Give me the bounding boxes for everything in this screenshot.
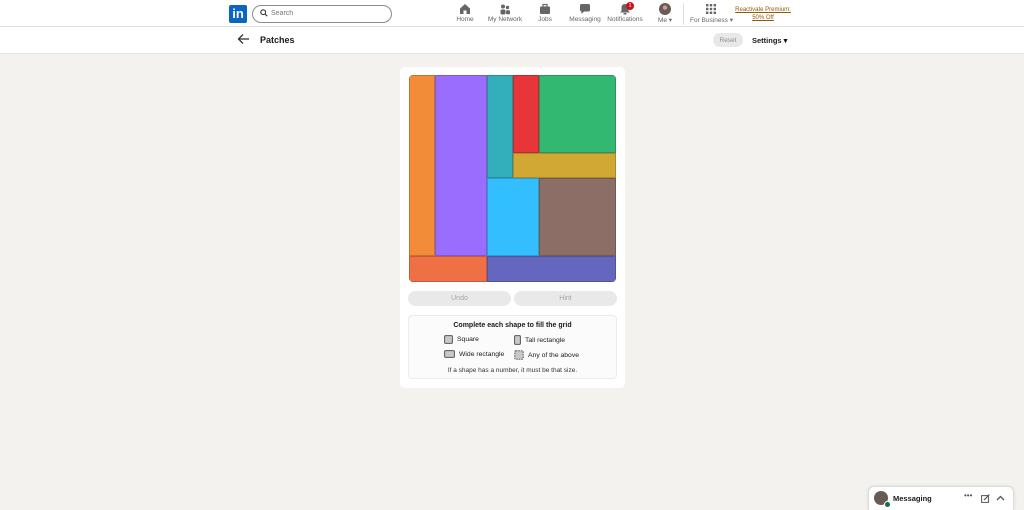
nav-messaging-label: Messaging [569, 16, 601, 23]
patch-indigo[interactable] [487, 256, 616, 282]
legend-any-label: Any of the above [528, 351, 580, 359]
legend-wide: Wide rectangle [444, 350, 504, 358]
patch-coral[interactable] [409, 256, 487, 282]
messaging-icon [580, 4, 590, 14]
search-icon [260, 9, 268, 17]
nav-messaging[interactable]: Messaging [568, 3, 602, 25]
home-icon [460, 4, 470, 14]
any-shape-icon [514, 350, 524, 360]
rules-note: If a shape has a number, it must be that… [447, 367, 578, 374]
linkedin-logo[interactable]: in [229, 5, 247, 23]
undo-button[interactable]: Undo [408, 291, 511, 306]
game-header: Patches Reset Settings ▾ [0, 27, 1024, 54]
page-title: Patches [260, 35, 295, 45]
more-options-icon[interactable]: ••• [964, 491, 972, 500]
top-nav: in Home My Network Jobs Messaging [0, 0, 1024, 27]
search-box[interactable] [252, 5, 392, 23]
legend-tall: Tall rectangle [514, 335, 565, 345]
patch-gold[interactable] [513, 153, 616, 178]
online-status-dot [884, 501, 891, 508]
patch-sky[interactable] [487, 178, 539, 256]
rules-panel: Complete each shape to fill the grid Squ… [408, 315, 617, 379]
legend-any: Any of the above [514, 350, 579, 360]
jobs-icon [540, 3, 550, 14]
nav-for-business-label: For Business ▾ [690, 17, 734, 24]
rules-title: Complete each shape to fill the grid [453, 322, 572, 329]
nav-my-network-label: My Network [487, 16, 523, 23]
legend-square: Square [444, 335, 479, 344]
nav-me[interactable]: Me ▾ [653, 3, 677, 25]
premium-line-1: Reactivate Premium: [735, 7, 791, 13]
patch-green[interactable] [539, 75, 616, 153]
settings-dropdown[interactable]: Settings ▾ [752, 36, 787, 45]
nav-divider [683, 3, 684, 25]
reactivate-premium-link[interactable]: Reactivate Premium: 50% Off [735, 6, 791, 22]
notification-badge: 1 [626, 2, 634, 10]
tall-rectangle-icon [514, 335, 521, 345]
nav-home-label: Home [456, 16, 474, 23]
hint-button[interactable]: Hint [514, 291, 617, 306]
network-icon [500, 4, 510, 15]
nav-notifications-label: Notifications [607, 16, 643, 23]
patch-brown[interactable] [539, 178, 616, 256]
messaging-dock[interactable]: Messaging ••• [868, 486, 1014, 510]
patch-red[interactable] [513, 75, 539, 153]
nav-jobs-label: Jobs [538, 16, 552, 23]
patch-teal[interactable] [487, 75, 513, 178]
nav-notifications[interactable]: 1 Notifications [606, 2, 644, 25]
nav-for-business[interactable]: For Business ▾ [690, 3, 734, 25]
back-arrow-icon[interactable] [237, 33, 250, 45]
square-shape-icon [444, 335, 453, 344]
patches-grid[interactable] [409, 75, 616, 282]
reset-button[interactable]: Reset [713, 33, 743, 47]
chevron-up-icon[interactable] [996, 495, 1005, 501]
wide-rectangle-icon [444, 350, 455, 358]
nav-me-label: Me ▾ [657, 17, 673, 24]
avatar [659, 3, 671, 15]
compose-icon[interactable] [981, 494, 990, 503]
nav-jobs[interactable]: Jobs [533, 3, 557, 25]
patch-purple[interactable] [435, 75, 487, 256]
search-input[interactable] [271, 7, 381, 20]
grid-icon [706, 4, 716, 14]
patch-orange[interactable] [409, 75, 435, 256]
nav-my-network[interactable]: My Network [486, 3, 524, 25]
messaging-label: Messaging [893, 494, 932, 503]
legend-square-label: Square [457, 336, 479, 343]
nav-home[interactable]: Home [451, 3, 479, 25]
premium-line-2: 50% Off [752, 15, 774, 21]
legend-tall-label: Tall rectangle [525, 336, 566, 344]
legend-wide-label: Wide rectangle [459, 350, 505, 358]
